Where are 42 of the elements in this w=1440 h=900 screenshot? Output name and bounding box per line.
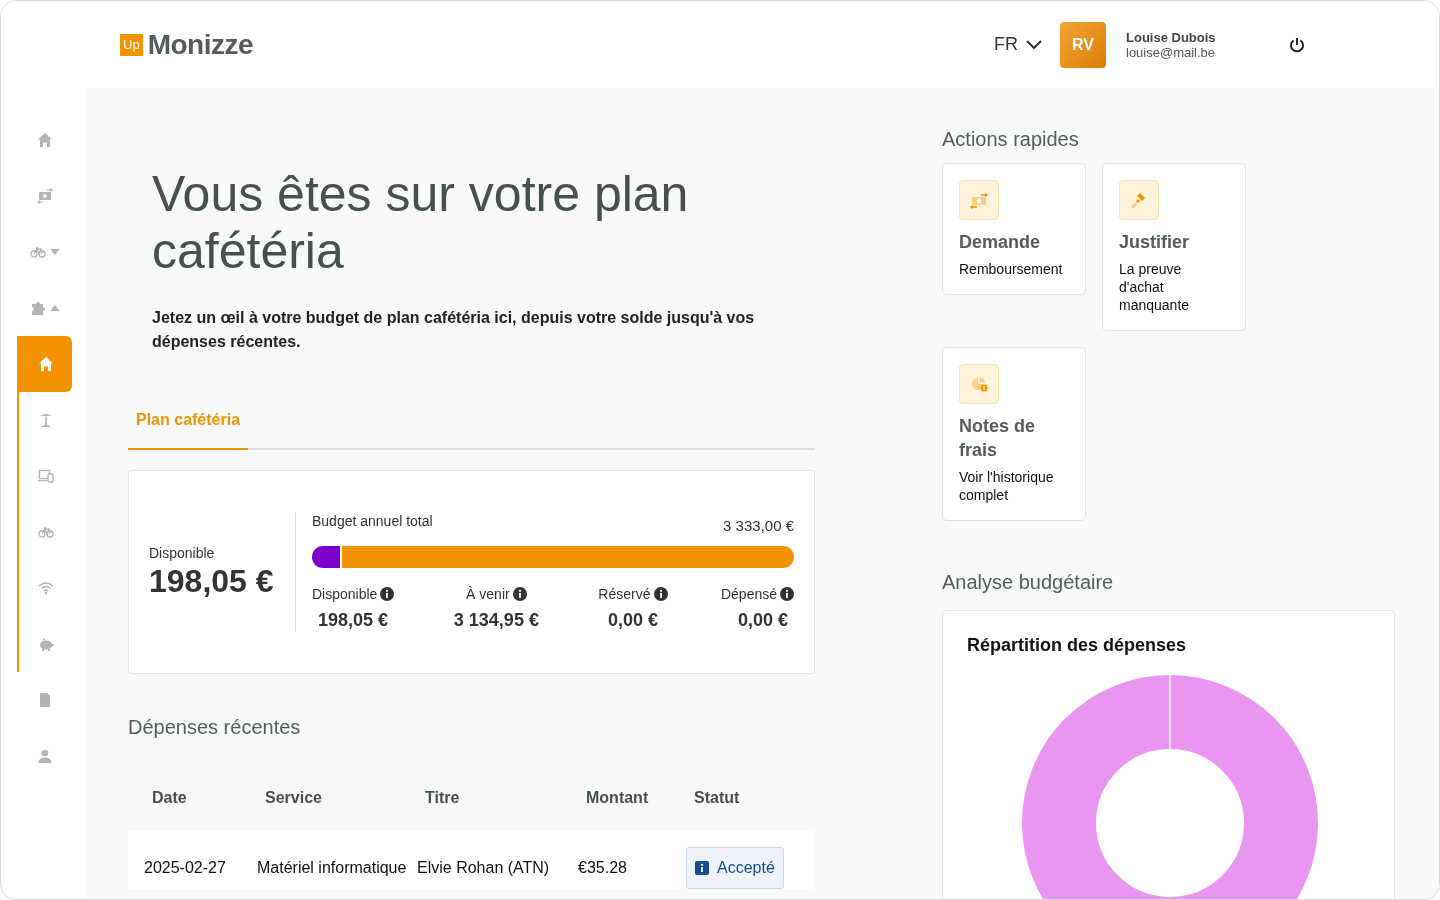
- available-label: Disponible: [149, 544, 216, 561]
- column-header: Titre: [425, 789, 461, 807]
- stat-label: Dépensé: [720, 586, 777, 602]
- logo-text: Monizze: [147, 28, 253, 61]
- table-cell-text: Elvie Rohan (ATN): [417, 858, 551, 878]
- user-name: Louise Dubois: [1126, 29, 1217, 45]
- stat-value: 0,00 €: [736, 610, 789, 631]
- action-subtitle: Remboursement: [959, 260, 1064, 278]
- table-cell-text: 2025-02-27: [144, 858, 227, 878]
- action-subtitle: Voir l'historique complet: [959, 468, 1055, 504]
- page-title: Vous êtes sur votre plan cafétéria: [152, 166, 690, 280]
- table-cell-text: Matériel informatique: [257, 858, 408, 878]
- section-title: Actions rapides: [942, 128, 1080, 151]
- action-title: Demande: [959, 231, 1042, 254]
- stat-label: Réservé: [598, 586, 651, 602]
- language-selector[interactable]: FR: [994, 34, 1042, 55]
- stat-label: À venir: [466, 586, 510, 602]
- stat-value: 0,00 €: [606, 610, 659, 631]
- chart-title: Répartition des dépenses: [967, 635, 1188, 656]
- action-subtitle: La preuve d'achat manquante: [1119, 260, 1191, 314]
- page-description: Jetez un œil à votre budget de plan cafétéria ici, depuis votre solde jusqu'à vos dépenses récentes.: [152, 308, 756, 352]
- column-header: Statut: [694, 789, 741, 807]
- quick-action-card[interactable]: Notes de frais Voir l'historique complet: [942, 347, 1086, 521]
- logo-badge: Up: [120, 33, 143, 56]
- available-amount: 198,05 €: [149, 562, 275, 600]
- budget-label: Budget annuel total: [312, 513, 433, 531]
- stat-label: Disponible: [312, 586, 378, 602]
- column-header: Date: [152, 789, 188, 807]
- stat-value: 3 134,95 €: [452, 610, 540, 631]
- table-cell-text: €35.28: [578, 858, 628, 878]
- section-title: Analyse budgétaire: [942, 571, 1115, 594]
- budget-total: 3 333,00 €: [723, 516, 794, 534]
- stat-value: 198,05 €: [317, 610, 390, 631]
- column-header: Montant: [586, 789, 650, 807]
- quick-action-card[interactable]: Justifier La preuve d'achat manquante: [1102, 163, 1246, 331]
- column-header: Service: [265, 789, 323, 807]
- action-title: Justifier: [1119, 231, 1191, 254]
- status-text: Accepté: [717, 858, 775, 878]
- action-title: Notes de frais: [959, 415, 1037, 462]
- quick-action-card[interactable]: Demande Remboursement: [942, 163, 1086, 295]
- section-title: Dépenses récentes: [128, 716, 302, 739]
- user-email: louise@mail.be: [1126, 44, 1217, 60]
